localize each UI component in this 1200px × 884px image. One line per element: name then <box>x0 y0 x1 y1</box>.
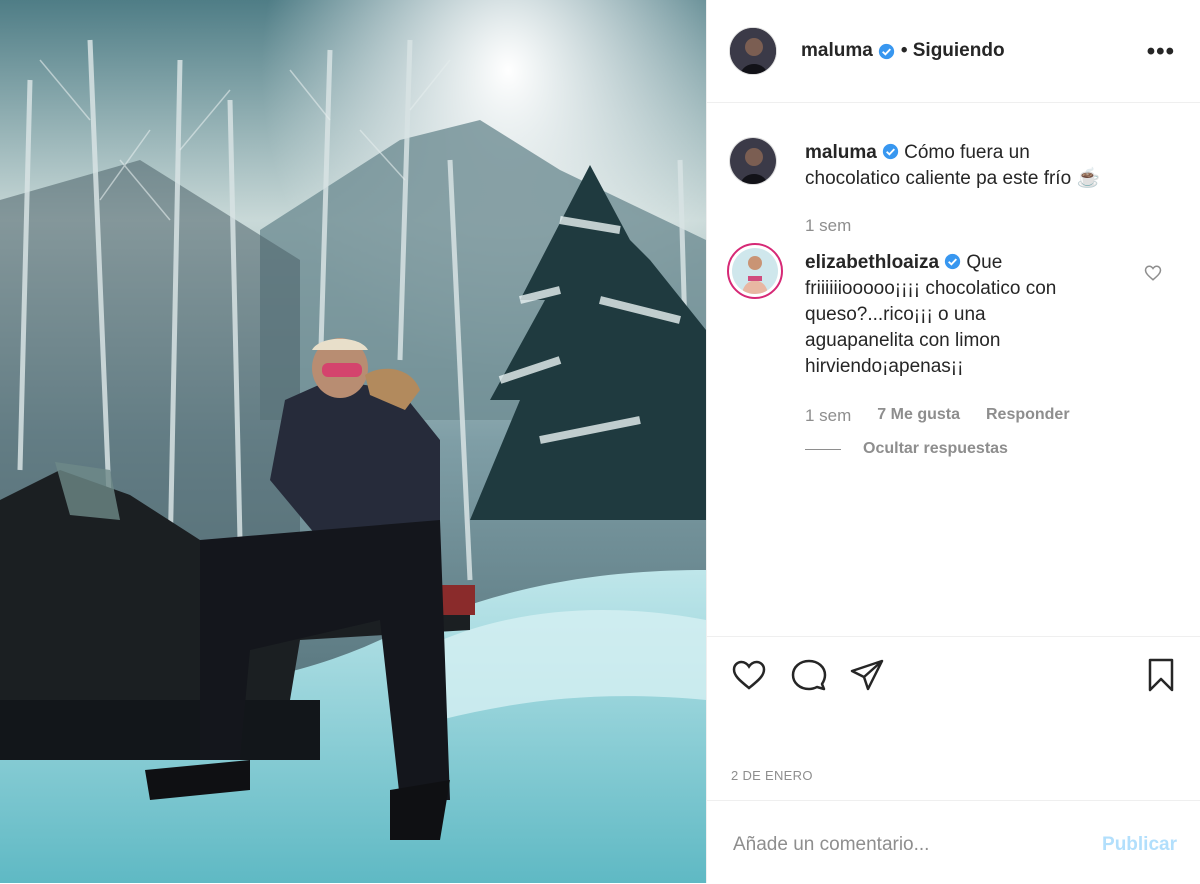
header-user: maluma • Siguiendo <box>801 40 1005 62</box>
reply-line-5: hirviendo¡apenas¡¡ <box>805 356 964 377</box>
post-header: maluma • Siguiendo ••• <box>707 0 1200 103</box>
instagram-post: maluma • Siguiendo ••• maluma Cómo fuera… <box>0 0 1200 883</box>
reply-line-2: friiiiiiooooo¡¡¡¡ chocolatico con <box>805 278 1057 299</box>
reply-line-1: Que <box>966 252 1003 273</box>
reply-line-4: aguapanelita con limon <box>805 330 1001 351</box>
action-bar <box>707 636 1200 707</box>
caption-avatar-image <box>730 138 776 184</box>
post-date[interactable]: 2 DE ENERO <box>731 768 813 783</box>
reply-avatar-image <box>732 248 778 294</box>
caption-line-1: Cómo fuera un <box>904 142 1030 163</box>
reply-button[interactable]: Responder <box>986 406 1070 426</box>
reply-likes[interactable]: 7 Me gusta <box>877 406 960 426</box>
following-status[interactable]: • Siguiendo <box>901 40 1005 62</box>
reply-meta: 1 sem 7 Me gusta Responder <box>805 406 1070 426</box>
avatar-image <box>730 28 776 74</box>
more-icon[interactable]: ••• <box>1147 38 1175 66</box>
snow-scene-image <box>0 0 706 883</box>
comment-input[interactable] <box>731 829 1075 861</box>
share-icon[interactable] <box>849 657 885 693</box>
reply-avatar[interactable] <box>727 243 783 299</box>
verified-icon <box>882 143 898 160</box>
caption-username[interactable]: maluma <box>805 142 877 163</box>
caption-meta: 1 sem <box>805 216 851 236</box>
post-photo[interactable] <box>0 0 706 883</box>
reply-line-3: queso?...rico¡¡¡ o una <box>805 304 986 325</box>
header-username[interactable]: maluma <box>801 40 873 62</box>
avatar[interactable] <box>729 27 777 75</box>
comment-icon[interactable] <box>791 657 827 693</box>
hide-replies-label: Ocultar respuestas <box>863 440 1008 457</box>
add-comment-bar: Publicar <box>707 800 1200 884</box>
caption-line-2: chocolatico caliente pa este frío <box>805 168 1072 189</box>
hide-replies-button[interactable]: Ocultar respuestas <box>805 440 1008 458</box>
caption-time: 1 sem <box>805 216 852 235</box>
heart-icon[interactable] <box>731 657 767 693</box>
caption-avatar[interactable] <box>729 137 777 185</box>
reply-time: 1 sem <box>805 406 852 425</box>
verified-icon <box>944 253 961 270</box>
coffee-emoji: ☕ <box>1076 168 1101 189</box>
bookmark-icon[interactable] <box>1143 657 1179 693</box>
post-side-panel: maluma • Siguiendo ••• maluma Cómo fuera… <box>706 0 1200 883</box>
hide-replies-divider <box>805 448 841 450</box>
caption-text: maluma Cómo fuera un chocolatico calient… <box>805 140 1100 192</box>
verified-icon <box>878 43 894 59</box>
comment-like-heart-icon[interactable] <box>1144 264 1162 282</box>
reply-username[interactable]: elizabethloaiza <box>805 252 939 273</box>
publish-button[interactable]: Publicar <box>1102 834 1177 856</box>
reply-text: elizabethloaiza Que friiiiiiooooo¡¡¡¡ ch… <box>805 250 1056 380</box>
